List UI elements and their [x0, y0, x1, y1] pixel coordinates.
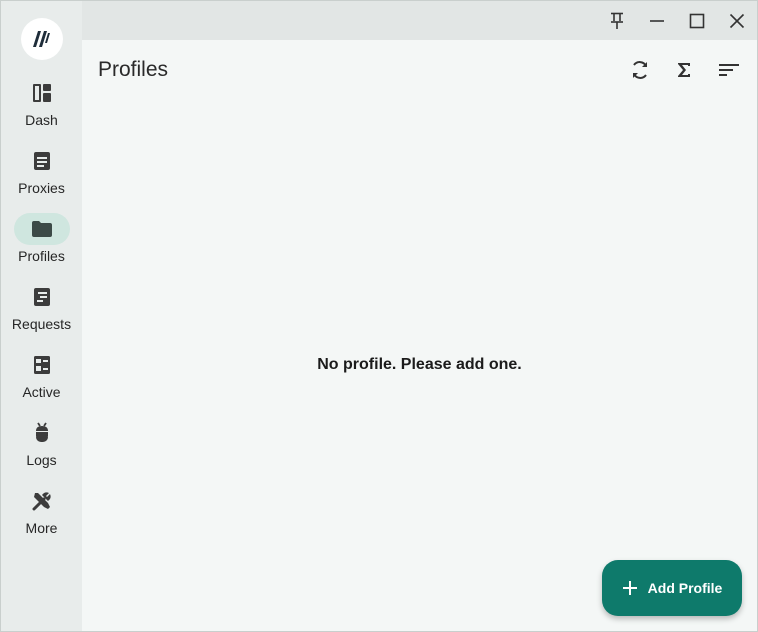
refresh-button[interactable]: [625, 55, 655, 85]
sidebar-item-label: Logs: [26, 452, 57, 468]
sidebar-item-label: Profiles: [18, 248, 65, 264]
refresh-icon: [633, 61, 647, 79]
sidebar: Dash Proxies Profiles Requests Active Lo…: [1, 1, 82, 631]
sum-button[interactable]: [669, 55, 699, 85]
sidebar-item-requests[interactable]: Requests: [1, 281, 82, 343]
sidebar-item-label: More: [25, 520, 58, 536]
maximize-icon: [689, 13, 705, 29]
plus-icon: [622, 581, 637, 595]
app-logo: [21, 18, 63, 60]
tools-icon: [32, 492, 51, 511]
app-window: Dash Proxies Profiles Requests Active Lo…: [0, 0, 758, 632]
folder-icon: [31, 221, 52, 237]
connections-icon: [33, 356, 50, 374]
sidebar-item-label: Dash: [25, 112, 58, 128]
dashboard-icon: [32, 84, 51, 102]
empty-state-message: No profile. Please add one.: [317, 356, 522, 373]
close-icon: [729, 13, 745, 29]
add-profile-button[interactable]: Add Profile: [602, 560, 742, 616]
sidebar-item-label: Requests: [11, 316, 72, 332]
logo-icon: [33, 31, 50, 47]
minimize-button[interactable]: [643, 7, 671, 35]
sort-button[interactable]: [714, 55, 744, 85]
request-icon: [33, 288, 50, 306]
sidebar-item-more[interactable]: More: [1, 485, 82, 547]
sidebar-item-profiles[interactable]: Profiles: [1, 213, 82, 275]
title-bar: [82, 1, 757, 40]
maximize-button[interactable]: [683, 7, 711, 35]
minimize-icon: [650, 20, 664, 22]
sidebar-item-active[interactable]: Active: [1, 349, 82, 411]
page-title: Profiles: [98, 58, 169, 81]
pin-icon: [611, 12, 623, 29]
sort-icon: [719, 64, 739, 76]
sidebar-item-proxies[interactable]: Proxies: [1, 145, 82, 207]
close-button[interactable]: [723, 7, 751, 35]
sidebar-item-logs[interactable]: Logs: [1, 417, 82, 479]
sidebar-item-dash[interactable]: Dash: [1, 77, 82, 139]
sigma-icon: [678, 63, 690, 77]
pin-button[interactable]: [603, 7, 631, 35]
document-icon: [33, 152, 50, 170]
sidebar-item-label: Active: [22, 384, 61, 400]
bug-icon: [35, 422, 48, 442]
sidebar-item-label: Proxies: [18, 180, 65, 196]
add-profile-label: Add Profile: [647, 580, 723, 596]
